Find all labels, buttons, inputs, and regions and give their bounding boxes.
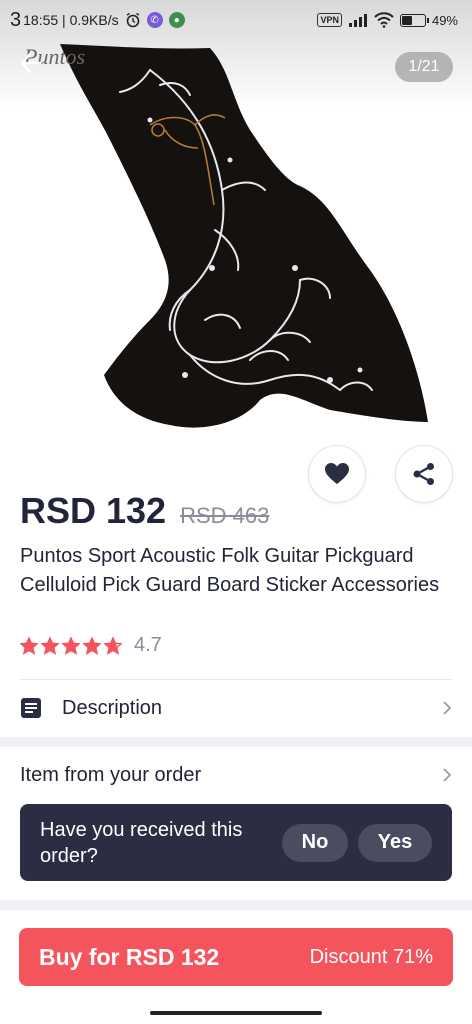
item-from-order-row[interactable]: Item from your order	[0, 753, 472, 797]
signal-icon	[348, 14, 367, 27]
home-indicator[interactable]	[150, 1011, 322, 1015]
yes-button[interactable]: Yes	[358, 823, 432, 862]
battery-percent: 49%	[431, 12, 458, 28]
price-row: RSD 132 RSD 463	[20, 490, 269, 532]
product-title: Puntos Sport Acoustic Folk Guitar Pickgu…	[20, 545, 440, 596]
description-row[interactable]: Description	[0, 686, 472, 730]
chevron-right-icon	[443, 768, 452, 782]
section-gap	[0, 900, 472, 910]
description-label: Description	[62, 696, 163, 719]
chrome-icon: ●	[168, 12, 185, 28]
rating-value: 4.7	[134, 634, 162, 656]
buy-label: Buy for RSD 132	[39, 943, 220, 970]
heart-icon	[325, 463, 349, 484]
battery-icon	[399, 13, 429, 27]
rating[interactable]: 4.7	[20, 634, 162, 657]
share-icon	[413, 463, 434, 485]
section-gap	[0, 737, 472, 747]
document-icon	[21, 698, 41, 718]
buy-button[interactable]: Buy for RSD 132 Discount 71%	[19, 928, 453, 986]
status-time-speed: 18:55 | 0.9KB/s	[23, 12, 119, 28]
product-image	[60, 44, 428, 428]
star-icon	[41, 636, 59, 655]
viber-icon: ✆	[146, 12, 163, 28]
arrow-left-icon	[20, 52, 42, 74]
wifi-icon	[374, 12, 394, 28]
back-button[interactable]	[18, 50, 50, 82]
star-icon	[20, 636, 38, 655]
star-icon	[104, 636, 122, 655]
status-left-digit: 3	[10, 8, 22, 31]
order-received-question: Have you received this order?	[40, 818, 243, 867]
divider	[20, 679, 452, 680]
discount-label: Discount 71%	[309, 945, 433, 968]
no-button[interactable]: No	[282, 823, 348, 862]
item-from-order-label: Item from your order	[20, 763, 202, 786]
original-price: RSD 463	[180, 503, 270, 528]
rating-stars	[20, 636, 122, 655]
share-button[interactable]	[395, 445, 453, 503]
order-received-card: Have you received this order? No Yes	[20, 804, 452, 881]
alarm-clock-icon	[126, 12, 139, 28]
star-icon	[83, 636, 101, 655]
product-gallery[interactable]: Puntos 1/21	[0, 0, 472, 440]
vpn-badge: VPN	[317, 13, 342, 27]
image-counter: 1/21	[395, 52, 453, 82]
star-icon	[62, 636, 80, 655]
chevron-right-icon	[443, 701, 452, 715]
favorite-button[interactable]	[308, 445, 366, 503]
status-bar: 3 18:55 | 0.9KB/s ✆ ● VPN 49%	[0, 0, 472, 40]
current-price: RSD 132	[20, 490, 167, 531]
